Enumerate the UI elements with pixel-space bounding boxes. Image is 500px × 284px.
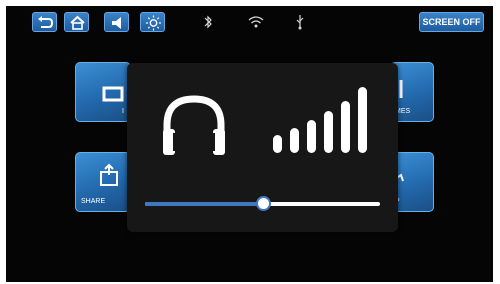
brightness-icon (146, 15, 161, 31)
volume-level-bars-icon (273, 87, 367, 153)
volume-slider-thumb[interactable] (255, 196, 271, 211)
volume-icon (112, 17, 121, 29)
brightness-button[interactable] (140, 12, 165, 32)
tile-label: SHARE (81, 198, 106, 205)
volume-slider[interactable] (145, 196, 380, 211)
share-icon (100, 163, 118, 186)
usb-icon (296, 15, 304, 30)
tile-label: I (122, 108, 124, 115)
home-button[interactable] (64, 12, 89, 32)
back-button[interactable] (32, 12, 57, 32)
device-screen: SCREEN OFF I MES SHARE P (6, 6, 493, 282)
headphones-icon (163, 95, 225, 155)
home-icon (70, 15, 85, 30)
screen-off-button[interactable]: SCREEN OFF (419, 12, 484, 32)
volume-popup (127, 63, 398, 232)
wifi-icon (248, 16, 264, 28)
back-icon (38, 16, 54, 28)
app-tile-bottom-left[interactable]: SHARE (75, 152, 131, 212)
bluetooth-icon (204, 15, 212, 29)
volume-button[interactable] (104, 12, 129, 32)
app-tile-top-left[interactable]: I (75, 62, 131, 122)
volume-slider-fill (145, 202, 263, 206)
